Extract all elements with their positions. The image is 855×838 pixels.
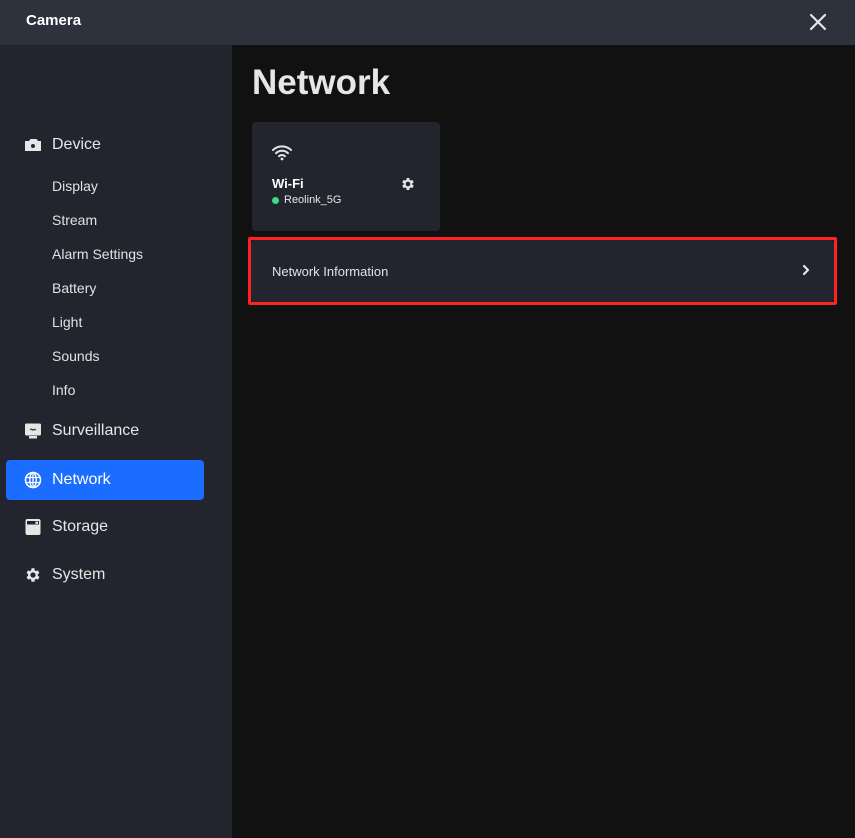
window-title: Camera [26,12,82,29]
sidebar-item-light[interactable]: Light [52,314,82,330]
close-icon [809,13,827,31]
sidebar-item-info[interactable]: Info [52,382,75,398]
sidebar-item-surveillance[interactable]: Surveillance [6,411,204,451]
sidebar-item-stream[interactable]: Stream [52,212,97,228]
sidebar: Device Display Stream Alarm Settings Bat… [0,45,232,838]
globe-icon [24,471,42,489]
sidebar-item-label: Device [52,136,101,153]
sidebar-item-network[interactable]: Network [6,460,204,500]
network-information-label: Network Information [272,264,389,279]
title-bar: Camera [0,0,855,45]
close-button[interactable] [806,10,830,34]
sidebar-item-battery[interactable]: Battery [52,280,96,296]
sidebar-item-system[interactable]: System [6,555,204,595]
sidebar-item-label: System [52,566,106,583]
wifi-settings-button[interactable] [400,176,416,192]
network-information-row[interactable]: Network Information [251,240,834,302]
sidebar-item-alarm-settings[interactable]: Alarm Settings [52,246,143,262]
sidebar-item-storage[interactable]: Storage [6,507,204,547]
wifi-title: Wi-Fi [272,176,304,191]
sidebar-item-label: Storage [52,518,109,535]
wifi-card[interactable]: Wi-Fi Reolink_5G [252,122,440,231]
gear-icon [402,178,414,190]
main-content: Network Wi-Fi Reolink_5G Network Informa… [232,45,855,838]
sidebar-item-device[interactable]: Device [6,125,204,165]
connected-status-dot [272,196,279,204]
storage-icon [25,519,41,535]
sidebar-item-display[interactable]: Display [52,178,98,194]
page-title: Network [252,63,391,102]
monitor-icon [25,423,41,439]
sidebar-item-sounds[interactable]: Sounds [52,348,99,364]
sidebar-item-label: Surveillance [52,422,140,439]
wifi-icon [272,145,292,161]
wifi-ssid: Reolink_5G [284,194,342,206]
wifi-status: Reolink_5G [272,194,341,206]
gear-icon [26,568,40,582]
sidebar-item-label: Network [52,471,111,488]
chevron-right-icon [802,264,810,276]
camera-icon [25,139,41,151]
